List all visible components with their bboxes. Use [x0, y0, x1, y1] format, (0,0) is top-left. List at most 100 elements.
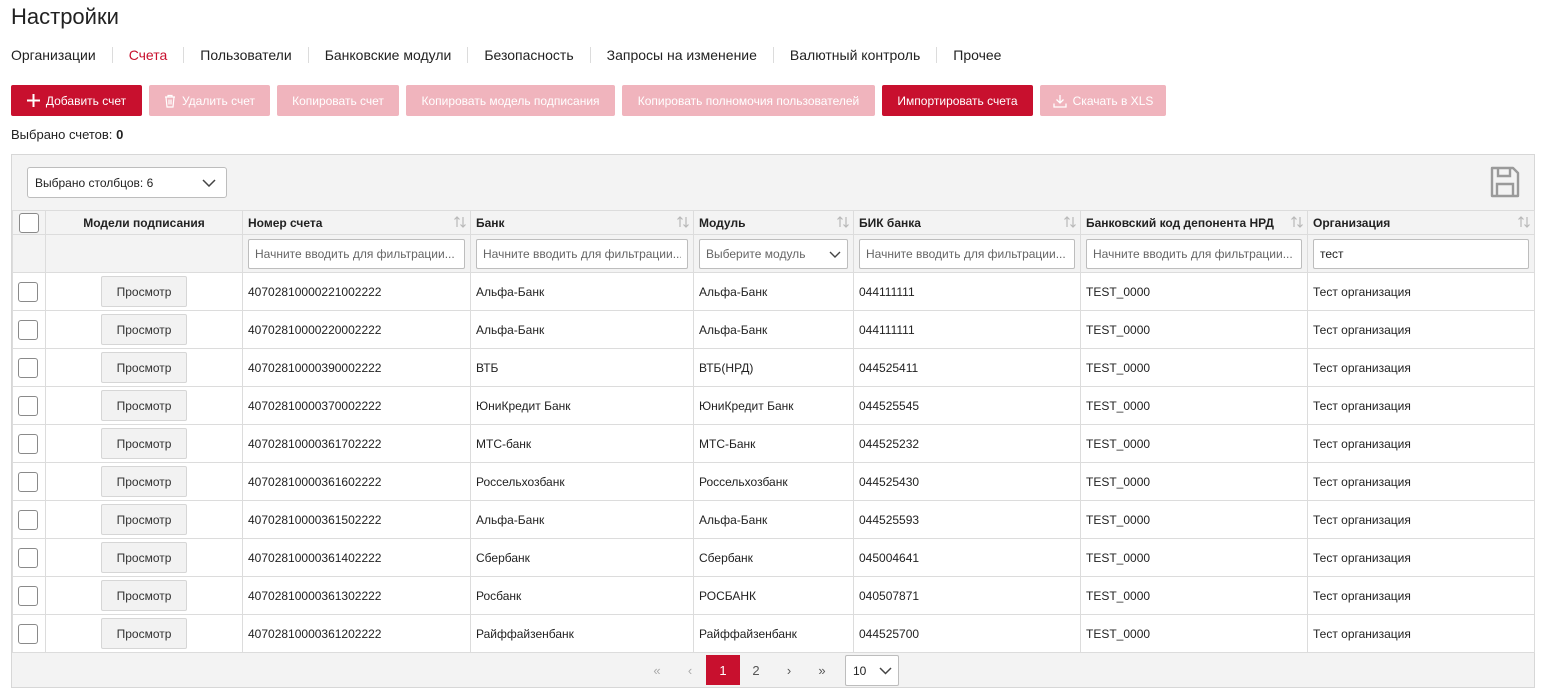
row-checkbox[interactable] [18, 357, 38, 378]
delete-account-button[interactable]: Удалить счет [149, 85, 270, 116]
copy-user-permissions-button[interactable]: Копировать полномочия пользователей [622, 85, 875, 116]
bik-cell: 044525545 [853, 386, 1081, 425]
header-organization[interactable]: Организация [1307, 210, 1535, 235]
sort-icon[interactable] [1517, 215, 1531, 232]
page-2-button[interactable]: 2 [739, 655, 773, 685]
signing-models-cell: Просмотр [45, 614, 243, 653]
select-all-checkbox[interactable] [19, 212, 39, 233]
sort-icon[interactable] [836, 215, 850, 232]
row-checkbox[interactable] [18, 395, 38, 416]
delete-account-label: Удалить счет [181, 93, 256, 108]
table-row[interactable]: Просмотр 40702810000361702222 МТС-банк МТС-… [12, 424, 1535, 463]
sort-icon[interactable] [1290, 215, 1304, 232]
signing-models-cell: Просмотр [45, 424, 243, 463]
tab-security[interactable]: Безопасность [467, 47, 589, 63]
tab-change-requests[interactable]: Запросы на изменение [589, 47, 773, 63]
bik-cell: 044525593 [853, 500, 1081, 539]
import-accounts-button[interactable]: Импортировать счета [882, 85, 1033, 116]
row-checkbox[interactable] [18, 547, 38, 568]
tab-bank-modules[interactable]: Банковские модули [307, 47, 468, 63]
tab-currency-control[interactable]: Валютный контроль [772, 47, 936, 63]
view-signing-model-button[interactable]: Просмотр [101, 390, 187, 421]
first-page-button[interactable]: « [640, 655, 674, 685]
row-checkbox[interactable] [18, 471, 38, 492]
header-account-number[interactable]: Номер счета [242, 210, 471, 235]
filter-account-cell [242, 234, 471, 273]
bik-cell: 044525430 [853, 462, 1081, 501]
row-checkbox[interactable] [18, 623, 38, 644]
selected-count-label: Выбрано счетов: [11, 127, 113, 142]
row-checkbox[interactable] [18, 585, 38, 606]
table-row[interactable]: Просмотр 40702810000220002222 Альфа-Банк Ал… [12, 310, 1535, 349]
table-row[interactable]: Просмотр 40702810000370002222 ЮниКредит Ба… [12, 386, 1535, 425]
header-signing-models: Модели подписания [45, 210, 243, 235]
view-signing-model-button[interactable]: Просмотр [101, 618, 187, 649]
row-checkbox[interactable] [18, 319, 38, 340]
sort-icon[interactable] [676, 215, 690, 232]
page-1-button[interactable]: 1 [706, 655, 740, 685]
table-row[interactable]: Просмотр 40702810000361302222 Росбанк РОСБА… [12, 576, 1535, 615]
download-xls-button[interactable]: Скачать в XLS [1040, 85, 1166, 116]
view-signing-model-button[interactable]: Просмотр [101, 314, 187, 345]
tab-other[interactable]: Прочее [936, 47, 1017, 63]
filter-bik-cell [853, 234, 1081, 273]
header-bank[interactable]: Банк [470, 210, 694, 235]
module-cell: РОСБАНК [693, 576, 854, 615]
copy-signing-model-button[interactable]: Копировать модель подписания [406, 85, 615, 116]
module-cell: Альфа-Банк [693, 272, 854, 311]
chevron-down-icon [879, 664, 892, 678]
row-select-cell [12, 538, 46, 577]
header-nrd-code[interactable]: Банковский код депонента НРД [1080, 210, 1308, 235]
account-number-cell: 40702810000221002222 [242, 272, 471, 311]
table-row[interactable]: Просмотр 40702810000361402222 Сбербанк Сбер… [12, 538, 1535, 577]
row-select-cell [12, 576, 46, 615]
bank-filter-input[interactable] [476, 238, 688, 269]
bik-filter-input[interactable] [859, 238, 1075, 269]
row-checkbox[interactable] [18, 281, 38, 302]
bik-cell: 040507871 [853, 576, 1081, 615]
nrd-filter-input[interactable] [1086, 238, 1302, 269]
table-row[interactable]: Просмотр 40702810000361502222 Альфа-Банк Ал… [12, 500, 1535, 539]
pagination: « ‹ 1 2 › » 10 [12, 652, 1534, 688]
view-signing-model-button[interactable]: Просмотр [101, 352, 187, 383]
view-signing-model-button[interactable]: Просмотр [101, 466, 187, 497]
save-icon[interactable] [1490, 166, 1520, 198]
columns-select-label: Выбрано столбцов: 6 [35, 175, 154, 190]
tab-organizations[interactable]: Организации [11, 47, 112, 63]
last-page-button[interactable]: » [805, 655, 839, 685]
table-row[interactable]: Просмотр 40702810000361602222 Россельхозба… [12, 462, 1535, 501]
filter-org-cell [1307, 234, 1535, 273]
table-row[interactable]: Просмотр 40702810000221002222 Альфа-Банк Ал… [12, 272, 1535, 311]
header-module[interactable]: Модуль [693, 210, 854, 235]
copy-account-button[interactable]: Копировать счет [277, 85, 399, 116]
sort-icon[interactable] [453, 215, 467, 232]
columns-select[interactable]: Выбрано столбцов: 6 [27, 167, 227, 198]
page-size-select[interactable]: 10 [845, 655, 899, 686]
view-signing-model-button[interactable]: Просмотр [101, 428, 187, 459]
add-account-button[interactable]: Добавить счет [11, 85, 142, 116]
row-checkbox[interactable] [18, 509, 38, 530]
organization-filter-input[interactable] [1313, 238, 1529, 269]
bik-cell: 044525232 [853, 424, 1081, 463]
organization-cell: Тест организация [1307, 386, 1535, 425]
organization-cell: Тест организация [1307, 538, 1535, 577]
table-row[interactable]: Просмотр 40702810000361202222 Райффайзенба… [12, 614, 1535, 653]
account-filter-input[interactable] [248, 238, 465, 269]
row-select-cell [12, 614, 46, 653]
tab-users[interactable]: Пользователи [183, 47, 307, 63]
prev-page-button[interactable]: ‹ [673, 655, 707, 685]
module-filter-select[interactable]: Выберите модуль [699, 238, 848, 269]
account-number-cell: 40702810000361602222 [242, 462, 471, 501]
view-signing-model-button[interactable]: Просмотр [101, 580, 187, 611]
sort-icon[interactable] [1063, 215, 1077, 232]
table-row[interactable]: Просмотр 40702810000390002222 ВТБ ВТБ(НРД) 0… [12, 348, 1535, 387]
next-page-button[interactable]: › [772, 655, 806, 685]
view-signing-model-button[interactable]: Просмотр [101, 276, 187, 307]
tab-accounts[interactable]: Счета [111, 47, 184, 63]
view-signing-model-button[interactable]: Просмотр [101, 504, 187, 535]
module-cell: ЮниКредит Банк [693, 386, 854, 425]
row-checkbox[interactable] [18, 433, 38, 454]
header-bik[interactable]: БИК банка [853, 210, 1081, 235]
filter-row: Выберите модуль [12, 234, 1535, 273]
view-signing-model-button[interactable]: Просмотр [101, 542, 187, 573]
